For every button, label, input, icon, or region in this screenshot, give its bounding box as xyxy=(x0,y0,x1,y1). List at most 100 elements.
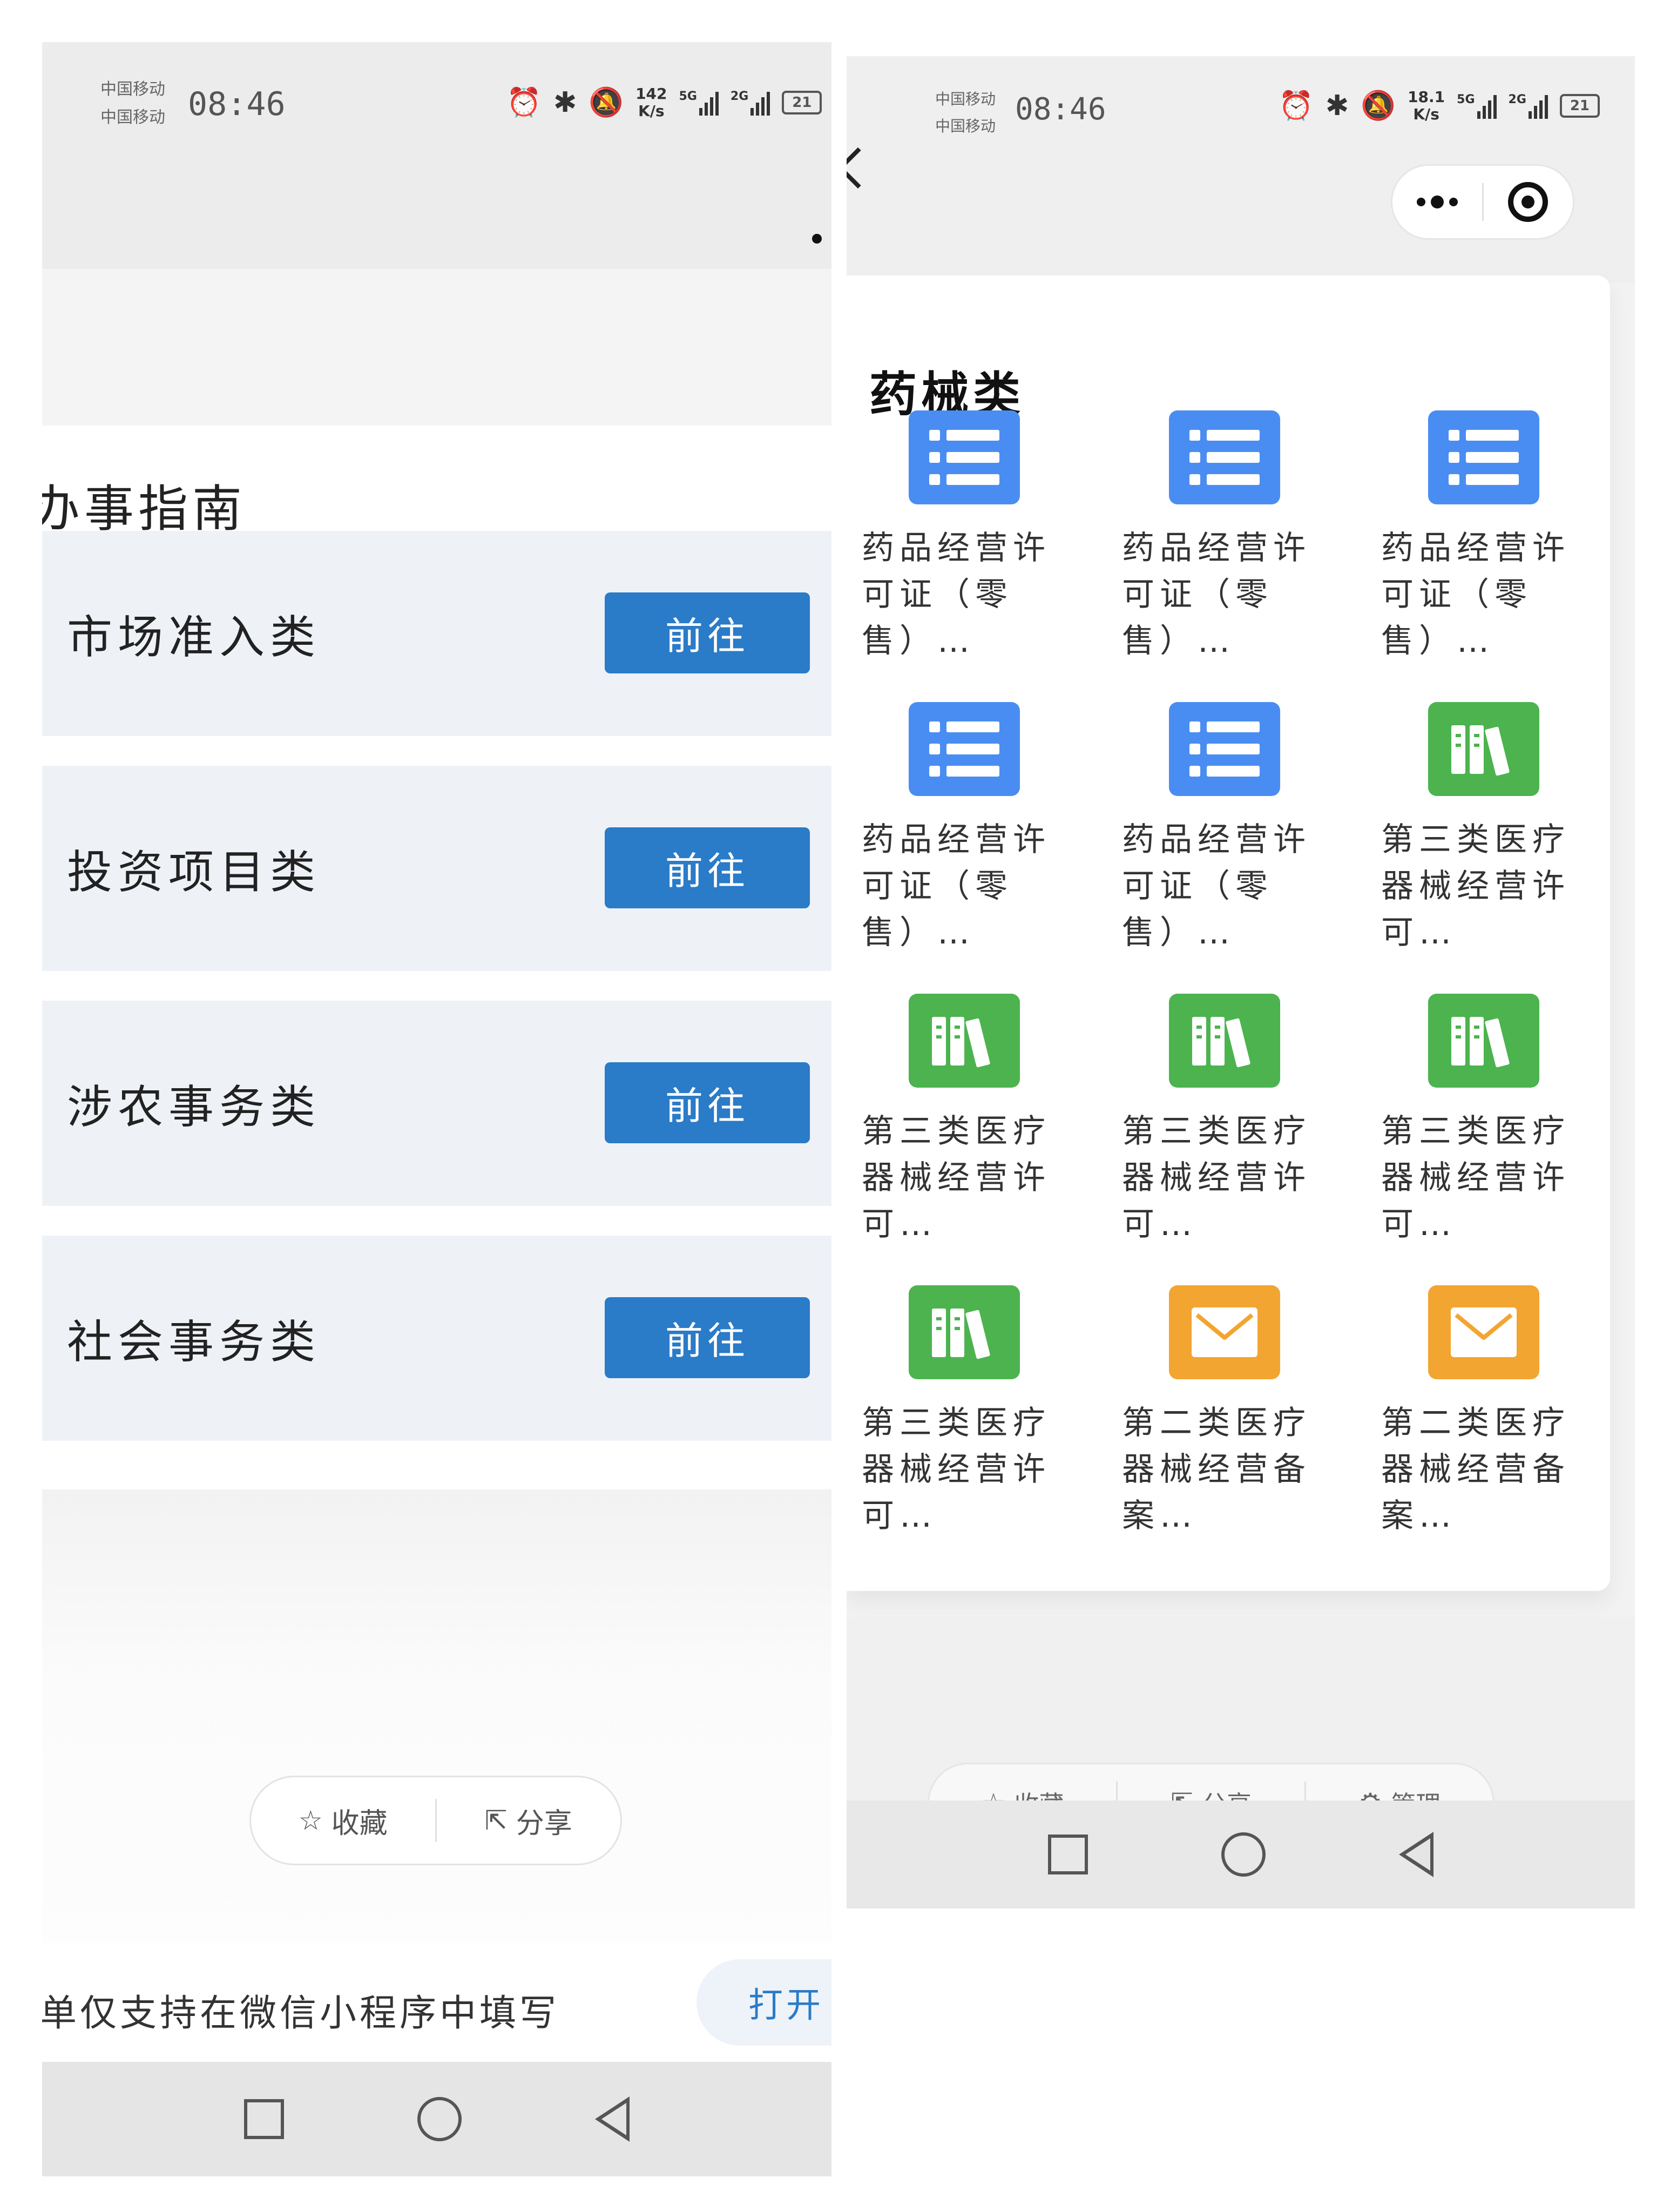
category-label: 市场准入类 xyxy=(67,610,321,664)
back-chevron-icon[interactable] xyxy=(847,147,879,189)
menu-dot-icon xyxy=(812,234,822,244)
service-item[interactable]: 第三类医疗器械经营许可… xyxy=(851,994,1078,1247)
favorite-label: 收藏 xyxy=(331,1807,388,1840)
more-button[interactable] xyxy=(1392,195,1482,208)
share-label: 分享 xyxy=(516,1807,572,1840)
service-item-label: 第三类医疗器械经营许可… xyxy=(862,1112,1051,1243)
page-title: 办事指南 xyxy=(42,480,247,538)
signal-icon: 5G xyxy=(1457,93,1497,119)
service-item[interactable]: 药品经营许可证（零售）… xyxy=(851,702,1078,956)
carrier-label: 中国移动 xyxy=(100,80,165,99)
list-icon xyxy=(909,702,1020,796)
network-speed: 142 K/s xyxy=(635,85,667,120)
service-item[interactable]: 第三类医疗器械经营许可… xyxy=(1111,994,1338,1247)
list-icon xyxy=(1169,410,1280,504)
service-item[interactable]: 第二类医疗器械经营备案… xyxy=(1111,1285,1338,1539)
share-icon: ⇱ xyxy=(484,1805,508,1836)
service-item-label: 药品经营许可证（零售）… xyxy=(862,529,1051,660)
open-button[interactable]: 打开 xyxy=(697,1959,831,2046)
favorite-button[interactable]: ☆ 收藏 xyxy=(251,1800,435,1841)
category-label: 社会事务类 xyxy=(67,1315,321,1368)
service-item[interactable]: 药品经营许可证（零售）… xyxy=(1111,410,1338,664)
alarm-icon: ⏰ xyxy=(506,86,542,119)
share-button[interactable]: ⇱ 分享 xyxy=(437,1800,621,1841)
network-speed: 18.1 K/s xyxy=(1408,88,1445,123)
mute-bell-icon: 🔕 xyxy=(589,86,624,119)
bluetooth-icon: ✱ xyxy=(1325,90,1349,122)
books-icon xyxy=(909,1285,1020,1379)
carrier-label: 中国移动 xyxy=(935,90,996,108)
recent-apps-icon[interactable] xyxy=(1048,1835,1088,1874)
carrier-label: 中国移动 xyxy=(100,108,165,127)
recent-apps-icon[interactable] xyxy=(244,2099,284,2139)
books-icon xyxy=(909,994,1020,1088)
service-item-label: 第三类医疗器械经营许可… xyxy=(1381,821,1570,952)
service-item-label: 第二类医疗器械经营备案… xyxy=(1381,1404,1570,1535)
service-item-label: 药品经营许可证（零售）… xyxy=(862,821,1051,952)
service-item[interactable]: 药品经营许可证（零售）… xyxy=(1111,702,1338,956)
status-icons: ⏰ ✱ 🔕 142 K/s 5G 2G 21 xyxy=(506,85,822,120)
service-item[interactable]: 第二类医疗器械经营备案… xyxy=(1370,1285,1597,1539)
bluetooth-icon: ✱ xyxy=(553,86,577,119)
service-item[interactable]: 第三类医疗器械经营许可… xyxy=(851,1285,1078,1539)
go-button[interactable]: 前往 xyxy=(605,1062,810,1143)
home-icon[interactable] xyxy=(417,2097,462,2141)
envelope-icon xyxy=(1169,1285,1280,1379)
service-item[interactable]: 药品经营许可证（零售）… xyxy=(1370,410,1597,664)
signal-icon: 5G xyxy=(679,90,719,116)
go-button[interactable]: 前往 xyxy=(605,592,810,673)
status-bar: 中国移动 中国移动 08:46 ⏰ ✱ 🔕 142 K/s 5G 2G 21 xyxy=(42,42,831,269)
service-item[interactable]: 药品经营许可证（零售）… xyxy=(851,410,1078,664)
alarm-icon: ⏰ xyxy=(1279,90,1314,122)
status-icons: ⏰ ✱ 🔕 18.1 K/s 5G 2G 21 xyxy=(1279,89,1600,123)
envelope-icon xyxy=(1428,1285,1539,1379)
miniprogram-capsule xyxy=(1391,164,1574,240)
comparison-screenshot: 中国移动 中国移动 08:46 ⏰ ✱ 🔕 142 K/s 5G 2G 21 办… xyxy=(0,0,1677,2212)
category-card: 药械类 药品经营许可证（零售）… 药品经营许可证（零售）… 药品经营许可证（零售）…… xyxy=(847,275,1610,1591)
category-label: 涉农事务类 xyxy=(67,1080,321,1134)
service-item-label: 药品经营许可证（零售）… xyxy=(1381,529,1570,660)
mute-bell-icon: 🔕 xyxy=(1361,90,1396,122)
service-item-label: 药品经营许可证（零售）… xyxy=(1122,529,1311,660)
service-item-label: 药品经营许可证（零售）… xyxy=(1122,821,1311,952)
books-icon xyxy=(1169,994,1280,1088)
status-time: 08:46 xyxy=(1015,92,1106,127)
target-icon xyxy=(1508,182,1548,222)
signal-icon: 2G xyxy=(1509,93,1548,119)
close-miniprogram-button[interactable] xyxy=(1484,182,1573,222)
header-spacer xyxy=(42,269,831,426)
status-time: 08:46 xyxy=(188,85,286,123)
battery-icon: 21 xyxy=(1559,94,1600,118)
service-item-label: 第三类医疗器械经营许可… xyxy=(1122,1112,1311,1243)
home-icon[interactable] xyxy=(1221,1832,1266,1877)
content-fade xyxy=(42,1489,831,1965)
battery-icon: 21 xyxy=(782,91,822,114)
system-nav-bar xyxy=(847,1800,1635,1908)
list-icon xyxy=(1169,702,1280,796)
back-icon[interactable] xyxy=(1398,1832,1433,1877)
action-pill: ☆ 收藏 ⇱ 分享 xyxy=(249,1776,622,1865)
service-item-label: 第三类医疗器械经营许可… xyxy=(1381,1112,1570,1243)
status-and-nav-header: 中国移动 中国移动 08:46 ⏰ ✱ 🔕 18.1 K/s 5G 2G 21 xyxy=(847,56,1635,283)
more-dots-icon xyxy=(1416,195,1458,208)
service-item-label: 第二类医疗器械经营备案… xyxy=(1122,1404,1311,1535)
system-nav-bar xyxy=(42,2062,831,2176)
service-item[interactable]: 第三类医疗器械经营许可… xyxy=(1370,994,1597,1247)
list-icon xyxy=(909,410,1020,504)
books-icon xyxy=(1428,994,1539,1088)
category-label: 投资项目类 xyxy=(67,845,321,899)
category-row: 社会事务类 前往 xyxy=(42,1236,831,1441)
notice-text: 单仅支持在微信小程序中填写 xyxy=(42,1992,560,2035)
category-row: 涉农事务类 前往 xyxy=(42,1001,831,1206)
list-icon xyxy=(1428,410,1539,504)
category-row: 市场准入类 前往 xyxy=(42,531,831,736)
go-button[interactable]: 前往 xyxy=(605,827,810,908)
carrier-label: 中国移动 xyxy=(935,117,996,135)
signal-icon: 2G xyxy=(731,90,770,116)
category-row: 投资项目类 前往 xyxy=(42,766,831,971)
right-phone-screen: 中国移动 中国移动 08:46 ⏰ ✱ 🔕 18.1 K/s 5G 2G 21 … xyxy=(847,56,1635,1908)
go-button[interactable]: 前往 xyxy=(605,1297,810,1378)
star-icon: ☆ xyxy=(298,1805,323,1836)
back-icon[interactable] xyxy=(595,2096,630,2142)
service-item[interactable]: 第三类医疗器械经营许可… xyxy=(1370,702,1597,956)
